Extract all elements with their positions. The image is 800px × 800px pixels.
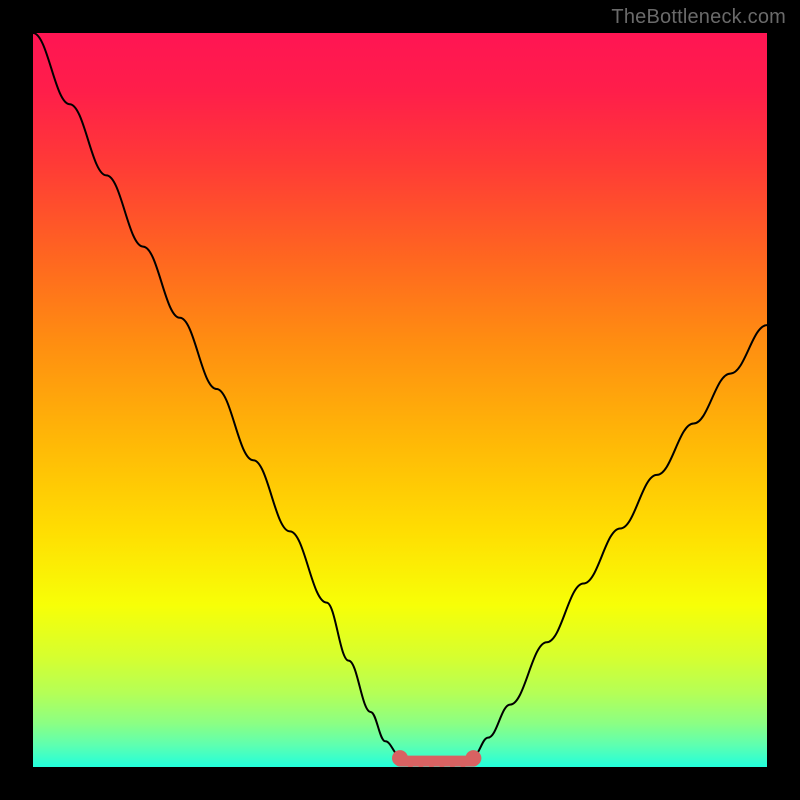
flat-region-markers [392,750,481,767]
chart-frame: TheBottleneck.com [0,0,800,800]
plot-area [33,33,767,767]
bottleneck-chart [33,33,767,767]
watermark-text: TheBottleneck.com [611,6,786,29]
bottleneck-curve-line [33,33,767,765]
